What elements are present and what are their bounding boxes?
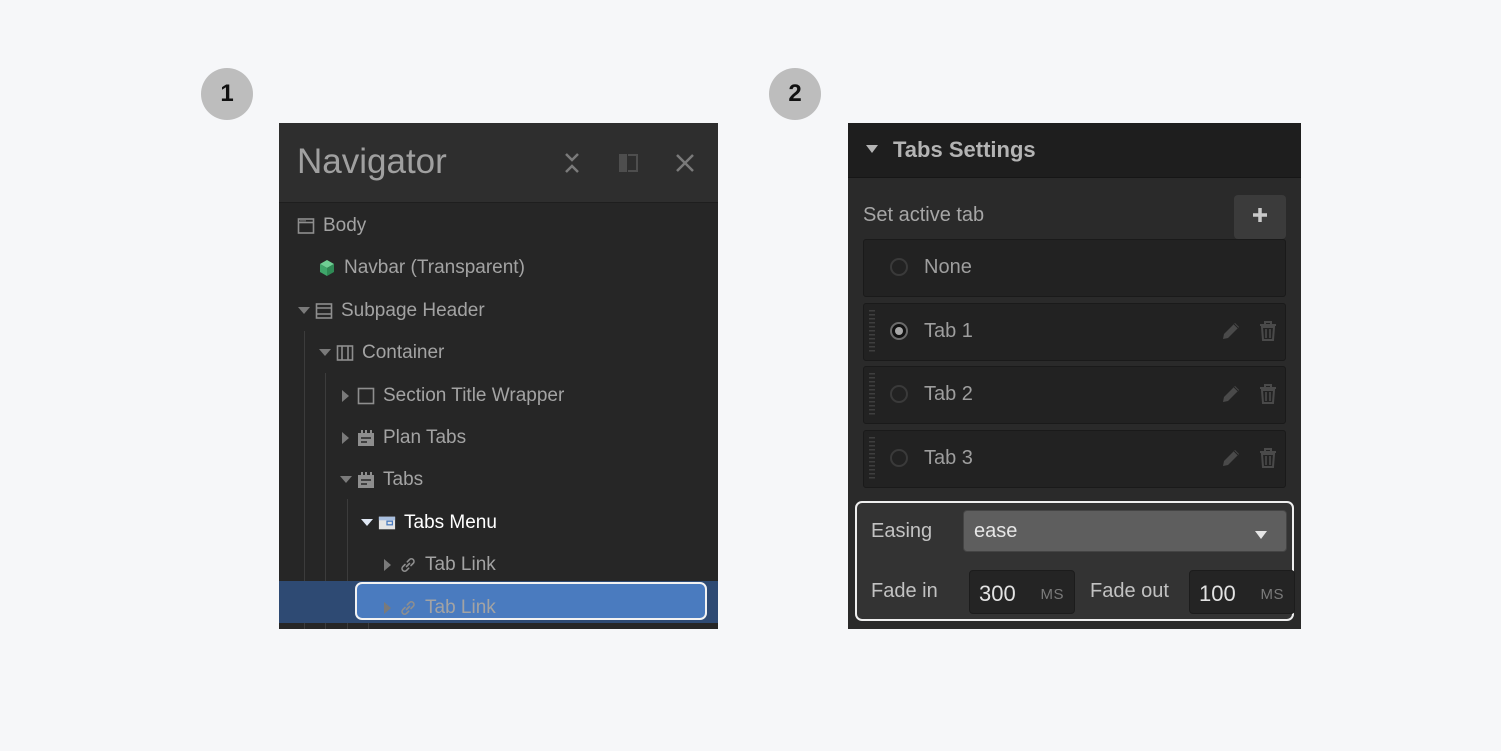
- tabs-settings-title: Tabs Settings: [893, 137, 1036, 163]
- tree-item-tab-link[interactable]: Tab Link: [279, 544, 718, 586]
- tree-item-tab-link[interactable]: Tab Link: [279, 587, 718, 629]
- fade-in-label: Fade in: [871, 580, 938, 603]
- link-icon: [399, 599, 417, 617]
- step-badge-2: 2: [769, 68, 821, 120]
- caret-down-icon[interactable]: [297, 304, 311, 318]
- drag-handle-icon[interactable]: [869, 310, 875, 354]
- caret-down-icon[interactable]: [318, 346, 332, 360]
- tab-option-tab-2[interactable]: Tab 2: [863, 366, 1286, 424]
- tree-item-body[interactable]: Body: [279, 205, 718, 247]
- step-badge-1: 1: [201, 68, 253, 120]
- fade-out-input[interactable]: 100 MS: [1189, 570, 1295, 614]
- easing-label: Easing: [871, 520, 932, 543]
- add-tab-button[interactable]: [1234, 195, 1286, 239]
- drag-handle-icon[interactable]: [869, 373, 875, 417]
- fade-in-input[interactable]: 300 MS: [969, 570, 1075, 614]
- tab-option-tab-3[interactable]: Tab 3: [863, 430, 1286, 488]
- easing-select[interactable]: ease: [963, 510, 1287, 552]
- div-block-icon: [357, 387, 375, 405]
- tree-item-container[interactable]: Container: [279, 332, 718, 374]
- collapse-all-icon[interactable]: [558, 149, 586, 177]
- component-icon: [318, 259, 336, 277]
- navigator-title: Navigator: [297, 142, 447, 182]
- drag-handle-icon[interactable]: [869, 437, 875, 481]
- tab-option-tab-1[interactable]: Tab 1: [863, 303, 1286, 361]
- tree-item-label: Tabs Menu: [404, 512, 497, 534]
- caret-right-icon[interactable]: [339, 389, 353, 403]
- tree-item-label: Body: [323, 215, 366, 237]
- pencil-icon[interactable]: [1220, 320, 1242, 342]
- caret-down-icon[interactable]: [339, 473, 353, 487]
- tree-item-plan-tabs[interactable]: Plan Tabs: [279, 417, 718, 459]
- easing-value: ease: [974, 520, 1017, 543]
- radio-button[interactable]: [890, 385, 908, 403]
- trash-icon[interactable]: [1258, 320, 1278, 342]
- tabs-settings-panel: Tabs Settings Set active tab None Tab 1 Ta…: [848, 123, 1301, 629]
- tab-option-label: Tab 3: [924, 447, 973, 470]
- tree-item-subpage-header[interactable]: Subpage Header: [279, 290, 718, 332]
- tree-item-label: Section Title Wrapper: [383, 385, 564, 407]
- link-icon: [399, 556, 417, 574]
- caret-right-icon[interactable]: [381, 601, 395, 615]
- fade-out-unit: MS: [1261, 586, 1285, 603]
- fade-in-value: 300: [979, 581, 1016, 607]
- tree-item-label: Container: [362, 342, 444, 364]
- caret-down-icon: [865, 141, 879, 159]
- radio-button[interactable]: [890, 258, 908, 276]
- tree-item-label: Subpage Header: [341, 300, 485, 322]
- caret-right-icon[interactable]: [339, 431, 353, 445]
- tab-option-label: Tab 2: [924, 383, 973, 406]
- tab-option-label: Tab 1: [924, 320, 973, 343]
- pencil-icon[interactable]: [1220, 447, 1242, 469]
- fade-out-value: 100: [1199, 581, 1236, 607]
- trash-icon[interactable]: [1258, 383, 1278, 405]
- tab-option-label: None: [924, 256, 972, 279]
- animation-settings-group: Easing ease Fade in 300 MS Fade out 100 …: [855, 501, 1294, 621]
- tree-item-label: Navbar (Transparent): [344, 257, 525, 279]
- pencil-icon[interactable]: [1220, 383, 1242, 405]
- fade-out-label: Fade out: [1090, 580, 1169, 603]
- tabs-icon: [357, 471, 375, 489]
- caret-right-icon[interactable]: [381, 558, 395, 572]
- plus-icon: [1251, 206, 1269, 229]
- container-icon: [336, 344, 354, 362]
- tree-item-label: Tab Link: [425, 597, 496, 619]
- tree-item-section-title-wrapper[interactable]: Section Title Wrapper: [279, 375, 718, 417]
- chevron-down-icon: [1254, 527, 1268, 545]
- section-icon: [315, 302, 333, 320]
- tabs-menu-icon: [378, 514, 396, 532]
- tree-item-label: Tabs: [383, 469, 423, 491]
- body-icon: [297, 217, 315, 235]
- close-icon[interactable]: [671, 149, 699, 177]
- set-active-tab-label: Set active tab: [863, 204, 984, 227]
- tree-item-tabs[interactable]: Tabs: [279, 459, 718, 501]
- tree-item-label: Tab Link: [425, 554, 496, 576]
- tabs-icon: [357, 429, 375, 447]
- fade-in-unit: MS: [1041, 586, 1065, 603]
- navigator-header: Navigator: [279, 123, 718, 203]
- trash-icon[interactable]: [1258, 447, 1278, 469]
- dock-panel-icon[interactable]: [615, 149, 643, 177]
- caret-down-icon[interactable]: [360, 516, 374, 530]
- navigator-panel: Navigator Body Navbar (Transparent) Subpag…: [279, 123, 718, 629]
- radio-button[interactable]: [890, 322, 908, 340]
- tree-item-label: Plan Tabs: [383, 427, 466, 449]
- tree-item-tabs-menu[interactable]: Tabs Menu: [279, 502, 718, 544]
- radio-button[interactable]: [890, 449, 908, 467]
- tree-item-navbar-transparent[interactable]: Navbar (Transparent): [279, 247, 718, 289]
- tabs-settings-header[interactable]: Tabs Settings: [848, 123, 1301, 178]
- tab-option-none[interactable]: None: [863, 239, 1286, 297]
